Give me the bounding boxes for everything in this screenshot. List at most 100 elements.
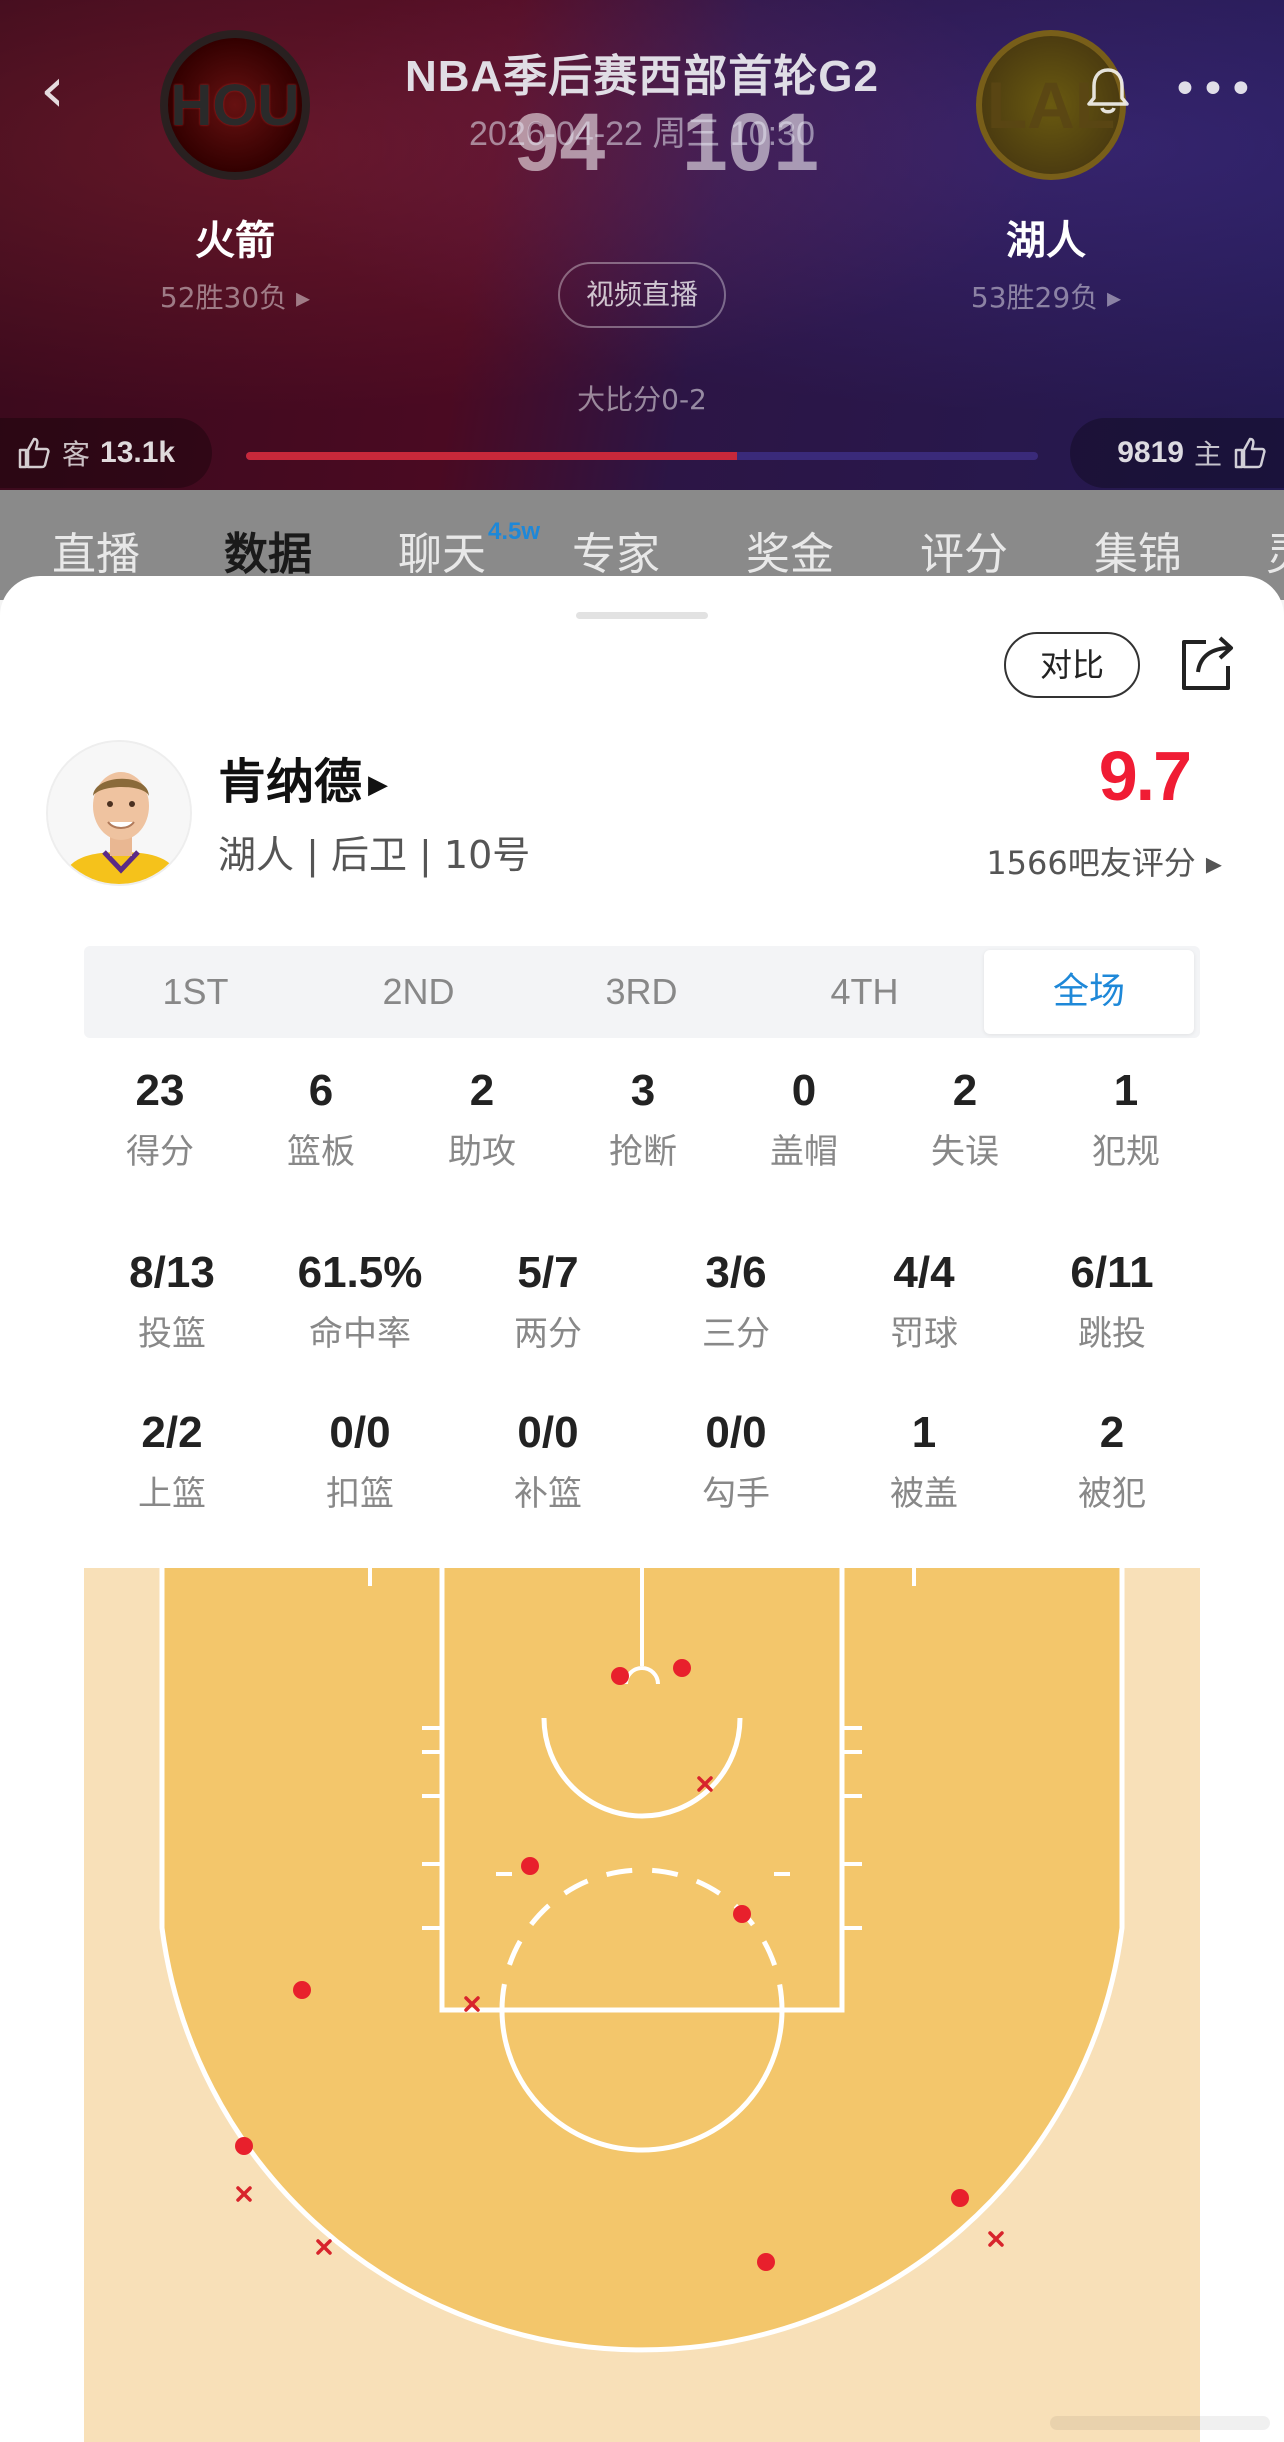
- home-team-name[interactable]: 湖人: [896, 208, 1196, 266]
- away-like-button[interactable]: 客 13.1k: [0, 418, 212, 488]
- stat-fouled: 2 被犯: [1032, 1408, 1192, 1515]
- tab-stats[interactable]: 数据: [224, 518, 312, 582]
- sheet-drag-handle[interactable]: [576, 612, 708, 619]
- tab-prize[interactable]: 奖金: [746, 518, 834, 582]
- player-photo-icon: [48, 742, 190, 884]
- stat-value: 3: [630, 1066, 656, 1115]
- home-team-record[interactable]: 53胜29负 ▸: [896, 276, 1196, 316]
- missed-shot-marker[interactable]: [316, 2239, 332, 2255]
- stat-value: 1: [911, 1408, 937, 1457]
- stat-blocks: 0 盖帽: [724, 1066, 884, 1173]
- period-tab-1st[interactable]: 1ST: [84, 946, 307, 1038]
- stat-value: 8/13: [129, 1248, 215, 1297]
- stat-value: 2: [952, 1066, 978, 1115]
- tab-more[interactable]: 灵: [1266, 518, 1284, 582]
- player-name[interactable]: 肯纳德 ▶: [218, 742, 388, 812]
- stat-tipin: 0/0 补篮: [468, 1408, 628, 1515]
- video-live-button[interactable]: 视频直播: [558, 262, 726, 328]
- made-shot-marker[interactable]: [521, 1857, 539, 1875]
- stat-label: 命中率: [309, 1314, 411, 1354]
- stat-fouls: 1 犯规: [1046, 1066, 1206, 1173]
- stat-label: 扣篮: [326, 1474, 394, 1514]
- tab-chat[interactable]: 聊天4.5w: [398, 518, 540, 582]
- game-header: ‹ HOU LAL 94 101 NBA季后赛西部首轮G2 2026-04-22…: [0, 0, 1284, 490]
- stat-value: 5/7: [517, 1248, 579, 1297]
- tab-label: 奖金: [746, 529, 834, 580]
- stat-value: 0/0: [705, 1408, 767, 1457]
- stat-label: 盖帽: [770, 1132, 838, 1172]
- period-tab-4th[interactable]: 4TH: [753, 946, 976, 1038]
- home-like-button[interactable]: 9819 主: [1070, 418, 1284, 488]
- stat-label: 助攻: [448, 1132, 516, 1172]
- stat-jumpshot: 6/11 跳投: [1032, 1248, 1192, 1355]
- three-point-area: [162, 1568, 1122, 2350]
- made-shot-marker[interactable]: [951, 2189, 969, 2207]
- more-icon[interactable]: •••: [1172, 68, 1254, 112]
- stat-value: 0/0: [329, 1408, 391, 1457]
- home-indicator: [1050, 2416, 1270, 2430]
- player-name-text: 肯纳德: [218, 754, 363, 810]
- stat-label: 得分: [126, 1132, 194, 1172]
- stat-label: 被犯: [1078, 1474, 1146, 1514]
- made-shot-marker[interactable]: [733, 1905, 751, 1923]
- share-icon[interactable]: [1176, 632, 1236, 696]
- stat-rebounds: 6 篮板: [241, 1066, 401, 1173]
- away-like-count: 13.1k: [100, 436, 176, 469]
- player-team-position: 湖人 | 后卫 | 10号: [218, 833, 531, 877]
- missed-shot-marker[interactable]: [236, 2186, 252, 2202]
- tab-highlights[interactable]: 集锦: [1094, 518, 1182, 582]
- stat-label: 失误: [931, 1132, 999, 1172]
- stat-value: 1: [1113, 1066, 1139, 1115]
- stat-value: 61.5%: [297, 1248, 423, 1297]
- made-shot-marker[interactable]: [673, 1659, 691, 1677]
- away-team-name[interactable]: 火箭: [85, 208, 385, 266]
- stat-value: 2: [469, 1066, 495, 1115]
- made-shot-marker[interactable]: [757, 2253, 775, 2271]
- stat-value: 6/11: [1070, 1248, 1154, 1297]
- support-vote-bar: [246, 452, 1038, 460]
- stat-value: 2: [1099, 1408, 1125, 1457]
- thumbs-up-icon: [18, 437, 50, 469]
- stat-label: 勾手: [702, 1474, 770, 1514]
- stat-fg-pct: 61.5% 命中率: [280, 1248, 440, 1355]
- bell-icon[interactable]: [1085, 66, 1131, 116]
- home-like-count: 9819: [1117, 436, 1184, 469]
- stat-ft: 4/4 罚球: [844, 1248, 1004, 1355]
- away-team-record[interactable]: 52胜30负 ▸: [85, 276, 385, 316]
- stat-value: 0: [791, 1066, 817, 1115]
- stat-value: 6: [308, 1066, 334, 1115]
- stat-label: 上篮: [138, 1474, 206, 1514]
- tab-label: 聊天: [398, 529, 486, 580]
- stat-label: 犯规: [1092, 1132, 1160, 1172]
- stat-2pt: 5/7 两分: [468, 1248, 628, 1355]
- support-vote-fill: [246, 452, 738, 460]
- stat-label: 罚球: [890, 1314, 958, 1354]
- tab-live[interactable]: 直播: [52, 518, 140, 582]
- made-shot-marker[interactable]: [235, 2137, 253, 2155]
- player-avatar[interactable]: [46, 740, 192, 886]
- stat-label: 被盖: [890, 1474, 958, 1514]
- missed-shot-marker[interactable]: [988, 2231, 1004, 2247]
- stat-dunk: 0/0 扣篮: [280, 1408, 440, 1515]
- stat-turnovers: 2 失误: [885, 1066, 1045, 1173]
- stat-label: 三分: [702, 1314, 770, 1354]
- period-tab-full-game[interactable]: 全场: [984, 950, 1194, 1034]
- compare-button[interactable]: 对比: [1004, 632, 1140, 698]
- tab-label: 专家: [572, 529, 660, 580]
- thumbs-up-icon: [1234, 437, 1266, 469]
- tab-label: 数据: [224, 529, 312, 580]
- shot-chart: [84, 1568, 1200, 2442]
- made-shot-marker[interactable]: [293, 1981, 311, 1999]
- player-stats-sheet: 对比 肯纳德 ▶ 湖人 | 后卫 | 10号 9.7 1566吧友评分 ▸ 1ST…: [0, 576, 1284, 2442]
- made-shot-marker[interactable]: [611, 1667, 629, 1685]
- period-tab-3rd[interactable]: 3RD: [530, 946, 753, 1038]
- stat-value: 3/6: [705, 1248, 767, 1297]
- tab-experts[interactable]: 专家: [572, 518, 660, 582]
- caret-right-icon: ▶: [368, 770, 389, 800]
- period-tab-2nd[interactable]: 2ND: [307, 946, 530, 1038]
- tab-label: 灵: [1266, 529, 1284, 580]
- stat-label: 抢断: [609, 1132, 677, 1172]
- tab-ratings[interactable]: 评分: [920, 518, 1008, 582]
- stat-3pt: 3/6 三分: [656, 1248, 816, 1355]
- rating-count-link[interactable]: 1566吧友评分 ▸: [900, 838, 1222, 884]
